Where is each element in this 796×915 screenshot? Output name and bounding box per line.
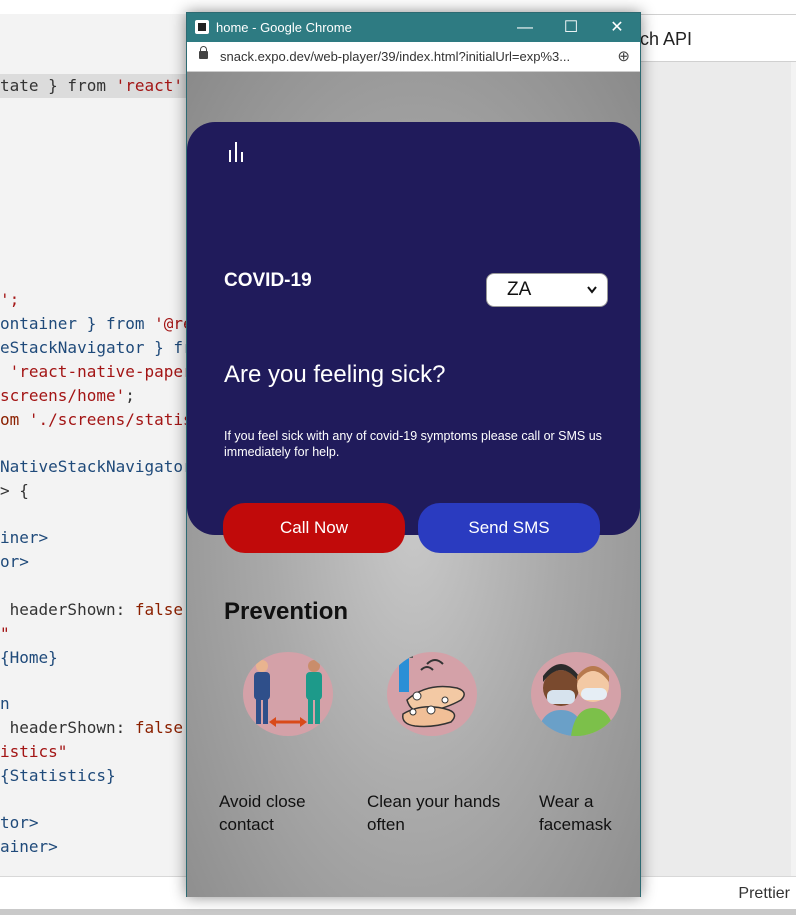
menu-icon[interactable] <box>227 140 249 162</box>
page-viewport: COVID-19 ZA Are you feeling sick? If you… <box>187 72 640 897</box>
prevention-label: Wear a facemask <box>539 792 612 834</box>
code-line: istics" <box>0 742 68 761</box>
window-titlebar[interactable]: home - Google Chrome — ☐ ✕ <box>187 13 640 42</box>
code-line: headerShown: false <box>0 718 184 737</box>
call-now-button[interactable]: Call Now <box>223 503 405 553</box>
prevention-heading: Prevention <box>224 598 349 625</box>
expo-app-icon <box>195 20 209 34</box>
code-line: ontainer } from '@re <box>0 314 190 333</box>
hero-card: COVID-19 ZA Are you feeling sick? If you… <box>187 122 640 535</box>
code-line: om './screens/statis <box>0 410 190 429</box>
country-select-value: ZA <box>507 279 532 300</box>
social-distance-icon <box>243 652 333 736</box>
sick-question-heading: Are you feeling sick? <box>224 361 446 388</box>
code-line: {Home} <box>0 648 58 667</box>
zoom-icon[interactable]: ⊕ <box>617 47 630 65</box>
address-bar[interactable]: snack.expo.dev/web-player/39/index.html?… <box>187 42 640 72</box>
window-title: home - Google Chrome <box>216 20 352 35</box>
url-text[interactable]: snack.expo.dev/web-player/39/index.html?… <box>220 42 570 71</box>
code-line: NativeStackNavigator <box>0 457 190 476</box>
code-line: tate } from 'react'; <box>0 74 190 98</box>
code-line: > { <box>0 481 29 500</box>
code-line: tor> <box>0 813 39 832</box>
preview-pane <box>640 62 791 876</box>
code-line: screens/home'; <box>0 386 135 405</box>
code-line: eStackNavigator } fr <box>0 338 190 357</box>
lock-icon[interactable] <box>199 46 208 59</box>
code-line: or> <box>0 552 29 571</box>
code-line: headerShown: false <box>0 600 184 619</box>
code-line: ainer> <box>0 837 58 856</box>
wash-hands-icon <box>387 652 477 736</box>
prevention-label: Clean your hands often <box>367 792 501 834</box>
prettier-button[interactable]: Prettier <box>738 877 790 910</box>
window-bottom-edge <box>0 909 796 915</box>
facemask-icon <box>531 652 621 736</box>
country-select[interactable]: ZA <box>486 273 608 307</box>
maximize-button[interactable]: ☐ <box>548 13 594 42</box>
code-line: 'react-native-paper <box>9 362 190 381</box>
minimize-button[interactable]: — <box>502 13 548 42</box>
code-line: iner> <box>0 528 49 547</box>
code-line: " <box>0 624 10 643</box>
code-line: n <box>0 694 10 713</box>
send-sms-button[interactable]: Send SMS <box>418 503 600 553</box>
close-button[interactable]: ✕ <box>594 13 640 42</box>
sick-description: If you feel sick with any of covid-19 sy… <box>224 429 602 459</box>
code-line: '; <box>0 290 20 309</box>
code-line: {Statistics} <box>0 766 116 785</box>
prevention-label: Avoid close contact <box>219 792 306 834</box>
chrome-window: home - Google Chrome — ☐ ✕ snack.expo.de… <box>186 12 641 897</box>
chevron-down-icon <box>585 274 599 317</box>
app-title: COVID-19 <box>224 270 312 291</box>
code-area[interactable]: tate } from 'react'; '; ontainer } from … <box>0 0 190 876</box>
